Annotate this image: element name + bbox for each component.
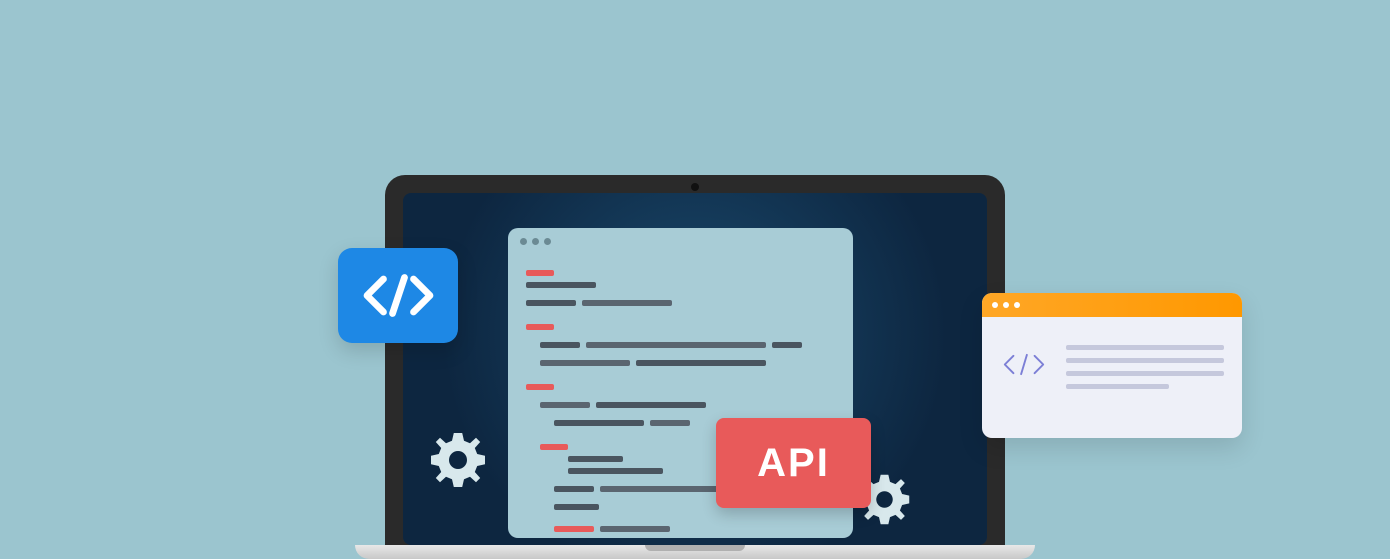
code-line [526,384,554,390]
api-badge: API [716,418,871,508]
laptop-base [355,545,1035,559]
traffic-light-dot [520,238,527,245]
code-brackets-icon [361,268,436,323]
browser-window-card [982,293,1242,438]
editor-titlebar [508,228,853,256]
code-line [554,504,599,510]
text-line [1066,345,1224,350]
browser-text-lines [1066,337,1224,397]
text-line [1066,384,1169,389]
code-line [554,420,644,426]
code-line [586,342,766,348]
code-brackets-icon [1000,347,1048,387]
laptop-illustration: API [385,175,1005,559]
traffic-light-dot [1014,302,1020,308]
traffic-light-dot [544,238,551,245]
text-line [1066,358,1224,363]
code-line [636,360,766,366]
code-editor-window: API [508,228,853,538]
code-line [600,526,670,532]
gear-icon [428,430,488,490]
code-line [600,486,720,492]
camera-dot [691,183,699,191]
code-line [540,402,590,408]
code-line [526,324,554,330]
code-line [568,468,663,474]
code-line [540,342,580,348]
code-line [650,420,690,426]
code-line [568,456,623,462]
code-line [526,282,596,288]
browser-titlebar [982,293,1242,317]
traffic-light-dot [532,238,539,245]
code-line [596,402,706,408]
api-label: API [757,441,830,486]
code-line [554,486,594,492]
code-line [772,342,802,348]
code-line [540,360,630,366]
laptop-bezel: API [385,175,1005,545]
traffic-light-dot [992,302,998,308]
traffic-light-dot [1003,302,1009,308]
text-line [1066,371,1224,376]
code-line [526,270,554,276]
laptop-screen: API [403,193,987,545]
browser-body [982,317,1242,417]
code-line [540,444,568,450]
code-line [582,300,672,306]
code-line [554,526,594,532]
code-brackets-badge [338,248,458,343]
code-line [526,300,576,306]
